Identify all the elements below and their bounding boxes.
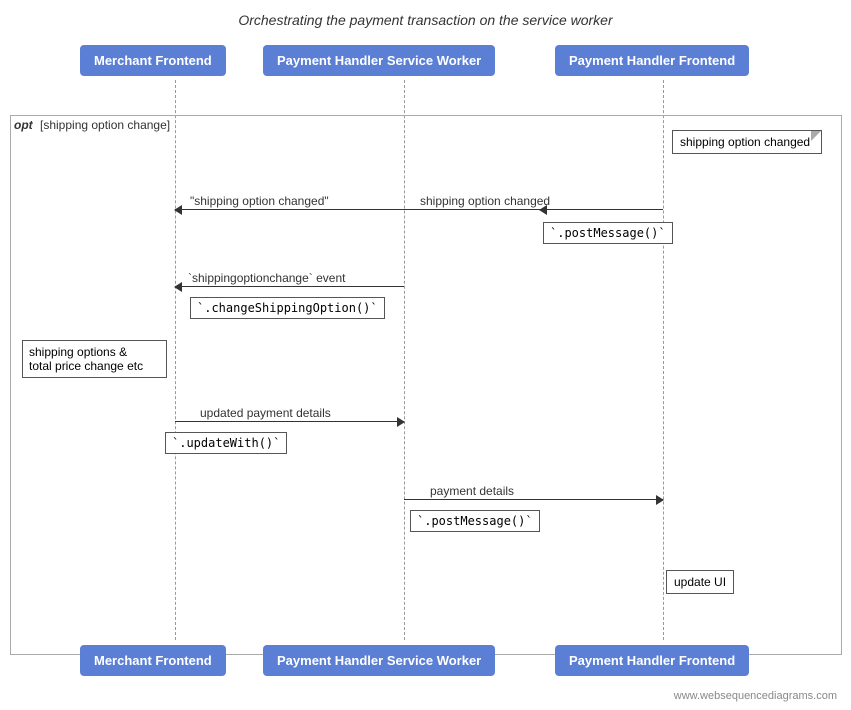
method-postmessage-1: `.postMessage()` <box>543 222 673 244</box>
actor-sw-top: Payment Handler Service Worker <box>263 45 495 76</box>
opt-condition: [shipping option change] <box>40 118 170 132</box>
arrow-label-shippingoptionchange: `shippingoptionchange` event <box>188 271 345 285</box>
method-postmessage-2: `.postMessage()` <box>410 510 540 532</box>
opt-label: opt <box>14 118 33 132</box>
note-shipping-option-changed: shipping option changed <box>672 130 822 154</box>
method-updateWith: `.updateWith()` <box>165 432 287 454</box>
actor-merchant-bottom: Merchant Frontend <box>80 645 226 676</box>
arrow-label-shipping-option-changed: shipping option changed <box>420 194 550 208</box>
actor-frontend-bottom: Payment Handler Frontend <box>555 645 749 676</box>
note-update-ui: update UI <box>666 570 734 594</box>
diagram-title: Orchestrating the payment transaction on… <box>0 0 851 36</box>
diagram: Orchestrating the payment transaction on… <box>0 0 851 710</box>
arrow-label-payment-details: payment details <box>430 484 514 498</box>
side-note-shipping-options: shipping options & total price change et… <box>22 340 167 378</box>
arrow-payment-details <box>404 499 663 500</box>
actor-merchant-top: Merchant Frontend <box>80 45 226 76</box>
arrow-label-updated-payment: updated payment details <box>200 406 331 420</box>
method-changeShippingOption: `.changeShippingOption()` <box>190 297 385 319</box>
actor-sw-bottom: Payment Handler Service Worker <box>263 645 495 676</box>
actor-frontend-top: Payment Handler Frontend <box>555 45 749 76</box>
arrow-updated-payment <box>175 421 404 422</box>
arrow-sw-merchant <box>175 209 540 210</box>
arrow-label-sw-merchant: "shipping option changed" <box>190 194 329 208</box>
watermark: www.websequencediagrams.com <box>674 690 837 702</box>
arrow-shipping-option-sw <box>540 209 663 210</box>
arrow-shippingoptionchange <box>175 286 404 287</box>
